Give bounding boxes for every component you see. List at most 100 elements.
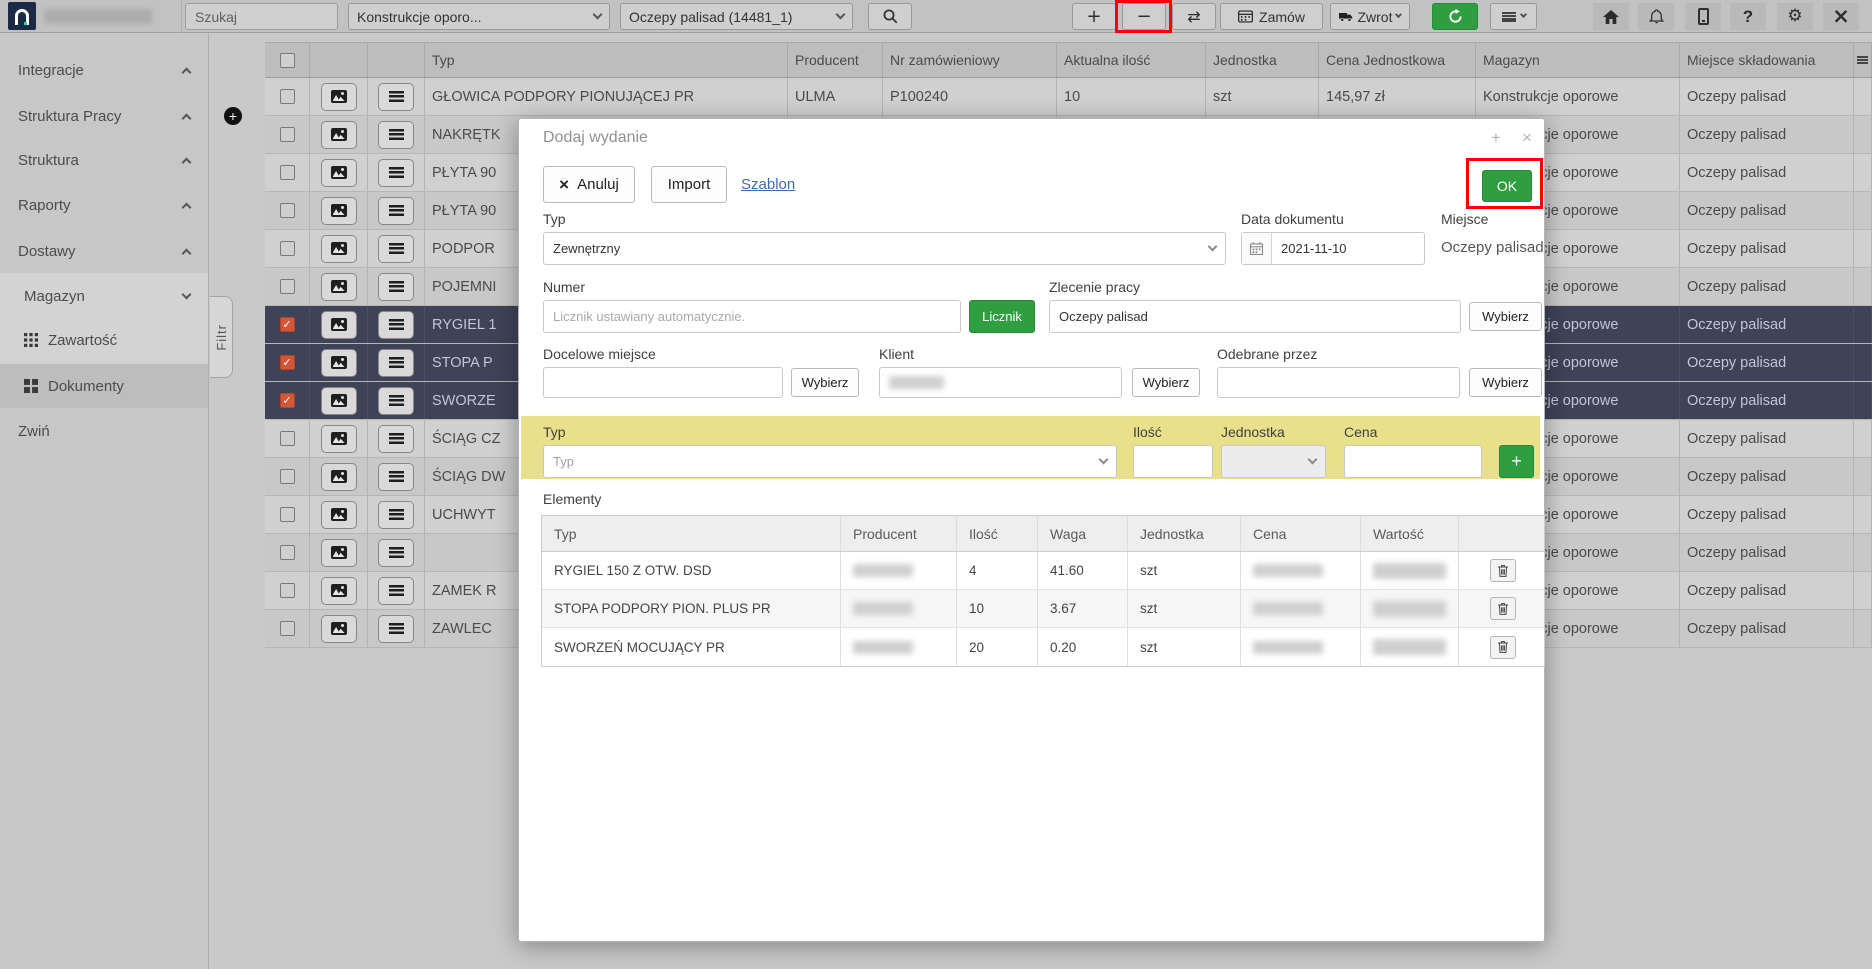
sidebar-item-struktura-pracy[interactable]: Struktura Pracy [0,94,208,138]
row-checkbox-checked[interactable]: ✓ [280,355,295,370]
row-checkbox[interactable] [280,469,295,484]
qty-input[interactable] [1133,445,1213,478]
row-menu-button[interactable] [378,83,414,111]
received-by-input[interactable] [1217,367,1460,398]
image-button[interactable] [321,387,357,415]
row-checkbox[interactable] [280,89,295,104]
add-column-button[interactable]: + [224,107,242,125]
close-app-button[interactable]: × [1823,3,1859,30]
header-jednostka[interactable]: Jednostka [1206,43,1319,77]
document-date-field[interactable]: 2021-11-10 [1241,232,1425,265]
row-checkbox[interactable] [280,583,295,598]
search-input[interactable] [185,3,338,30]
image-button[interactable] [321,425,357,453]
mobile-button[interactable] [1685,3,1721,30]
row-checkbox[interactable] [280,165,295,180]
menu-dropdown-button[interactable] [1490,3,1537,30]
row-checkbox[interactable] [280,507,295,522]
target-place-input[interactable] [543,367,783,398]
row-checkbox[interactable] [280,203,295,218]
help-button[interactable]: ? [1730,3,1766,30]
header-nr-zamowieniowy[interactable]: Nr zamówieniowy [883,43,1057,77]
cancel-button[interactable]: × Anuluj [543,166,635,203]
row-checkbox-checked[interactable]: ✓ [280,393,295,408]
counter-button[interactable]: Licznik [969,300,1035,333]
image-button[interactable] [321,235,357,263]
sidebar-item-zwin[interactable]: Zwiń [0,409,208,453]
image-button[interactable] [321,197,357,225]
image-button[interactable] [321,83,357,111]
select-all-checkbox[interactable] [280,53,295,68]
delete-element-button[interactable] [1490,559,1516,582]
return-button[interactable]: Zwrot [1330,3,1410,30]
image-button[interactable] [321,311,357,339]
refresh-button[interactable] [1432,3,1478,30]
row-menu-button[interactable] [378,121,414,149]
app-logo[interactable] [8,2,36,30]
row-menu-button[interactable] [378,577,414,605]
image-button[interactable] [321,577,357,605]
add-typ-select[interactable]: Typ [543,445,1117,478]
order-button[interactable]: Zamów [1220,3,1323,30]
row-menu-button[interactable] [378,539,414,567]
row-menu-button[interactable] [378,311,414,339]
header-producent[interactable]: Producent [788,43,883,77]
row-menu-button[interactable] [378,501,414,529]
header-cena-jednostkowa[interactable]: Cena Jednostkowa [1319,43,1476,77]
home-button[interactable] [1593,3,1629,30]
sidebar-item-dostawy[interactable]: Dostawy [0,229,208,273]
row-menu-button[interactable] [378,159,414,187]
row-checkbox[interactable] [280,431,295,446]
typ-select[interactable]: Zewnętrzny [543,232,1226,265]
sidebar-item-raporty[interactable]: Raporty [0,183,208,227]
row-checkbox[interactable] [280,241,295,256]
header-typ[interactable]: Typ [425,43,788,77]
client-input[interactable] [879,367,1122,398]
row-menu-button[interactable] [378,197,414,225]
image-button[interactable] [321,539,357,567]
search-button[interactable] [868,3,912,30]
work-order-input[interactable] [1049,300,1461,333]
sidebar-item-struktura[interactable]: Struktura [0,138,208,182]
ok-button[interactable]: OK [1482,170,1532,202]
choose-target-place-button[interactable]: Wybierz [791,368,859,397]
sidebar-item-zawartosc[interactable]: Zawartość [0,318,208,362]
settings-button[interactable]: ⚙ [1777,3,1813,30]
choose-work-order-button[interactable]: Wybierz [1469,302,1542,331]
warehouse-select[interactable]: Konstrukcje oporo... [348,3,610,30]
sidebar-item-magazyn[interactable]: Magazyn [0,274,208,318]
filter-tab[interactable]: Filtr [210,296,233,378]
row-checkbox[interactable] [280,621,295,636]
price-input[interactable] [1344,445,1482,478]
location-select[interactable]: Oczepy palisad (14481_1) [620,3,853,30]
add-item-button[interactable]: + [1072,3,1116,30]
header-miejsce-skladowania[interactable]: Miejsce składowania [1680,43,1854,77]
image-button[interactable] [321,159,357,187]
template-link[interactable]: Szablon [741,176,795,193]
row-checkbox[interactable] [280,545,295,560]
transfer-button[interactable]: ⇄ [1172,3,1216,30]
image-button[interactable] [321,463,357,491]
row-menu-button[interactable] [378,615,414,643]
delete-element-button[interactable] [1490,636,1516,659]
image-button[interactable] [321,349,357,377]
dialog-expand-button[interactable]: + [1491,129,1501,146]
sidebar-item-integracje[interactable]: Integracje [0,48,208,92]
choose-client-button[interactable]: Wybierz [1132,368,1200,397]
header-aktualna-ilosc[interactable]: Aktualna ilość [1057,43,1206,77]
image-button[interactable] [321,501,357,529]
choose-received-by-button[interactable]: Wybierz [1469,368,1542,397]
row-menu-button[interactable] [378,463,414,491]
table-row[interactable]: GŁOWICA PODPORY PIONUJĄCEJ PR ULMA P1002… [265,78,1872,116]
image-button[interactable] [321,273,357,301]
row-menu-button[interactable] [378,349,414,377]
image-button[interactable] [321,615,357,643]
import-button[interactable]: Import [651,166,727,203]
row-checkbox-checked[interactable]: ✓ [280,317,295,332]
row-checkbox[interactable] [280,127,295,142]
row-menu-button[interactable] [378,425,414,453]
row-menu-button[interactable] [378,387,414,415]
row-menu-button[interactable] [378,273,414,301]
row-checkbox[interactable] [280,279,295,294]
add-element-button[interactable]: + [1499,445,1534,478]
